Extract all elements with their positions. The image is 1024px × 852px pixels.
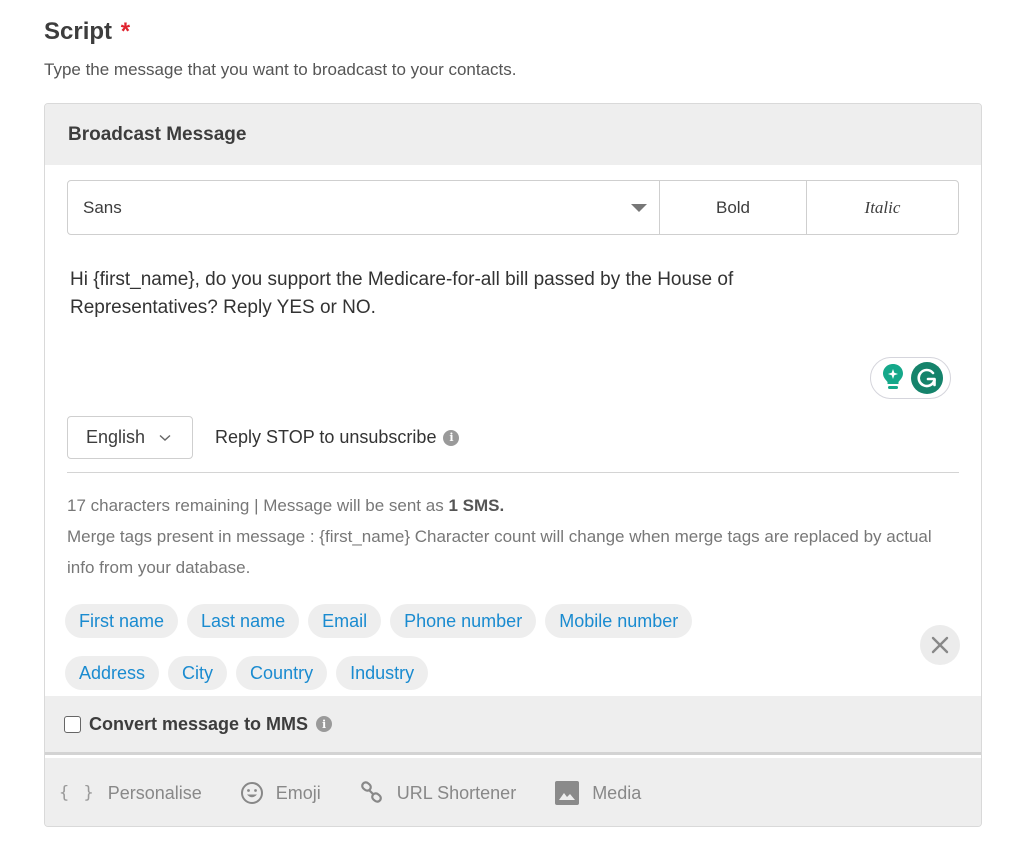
- script-description: Type the message that you want to broadc…: [44, 60, 517, 79]
- braces-icon: { }: [59, 783, 96, 803]
- media-button[interactable]: Media: [554, 780, 641, 806]
- merge-tag-chip[interactable]: Last name: [187, 604, 300, 638]
- required-marker: *: [120, 18, 131, 45]
- italic-button[interactable]: Italic: [807, 181, 958, 234]
- mms-bar: Convert message to MMS i: [45, 696, 981, 755]
- grammarly-widget[interactable]: [870, 357, 951, 399]
- font-select-value: Sans: [83, 197, 122, 217]
- formatting-toolbar: Sans Bold Italic: [67, 180, 959, 235]
- merge-tag-chip[interactable]: First name: [65, 604, 179, 638]
- url-shortener-button[interactable]: URL Shortener: [359, 780, 516, 806]
- emoji-label: Emoji: [275, 782, 321, 803]
- close-tags-button[interactable]: [920, 625, 960, 665]
- sms-count: 1 SMS.: [448, 496, 505, 515]
- merge-tag-chip[interactable]: Country: [236, 656, 328, 690]
- message-editor[interactable]: Hi {first_name}, do you support the Medi…: [70, 266, 870, 322]
- language-select-value: English: [86, 427, 146, 447]
- info-icon[interactable]: i: [316, 716, 333, 732]
- link-icon: [360, 781, 382, 803]
- script-title: Script *: [44, 18, 130, 46]
- info-icon[interactable]: i: [443, 429, 460, 446]
- optout-label: Reply STOP to unsubscribe: [215, 427, 437, 447]
- merge-tag-chip[interactable]: Email: [308, 604, 382, 638]
- remaining-text: 17 characters remaining | Message will b…: [67, 496, 449, 515]
- chevron-down-icon: [159, 434, 171, 441]
- emoji-button[interactable]: Emoji: [240, 781, 321, 805]
- close-icon: [931, 636, 949, 654]
- merge-tag-chip[interactable]: Phone number: [390, 604, 537, 638]
- personalise-button[interactable]: { } Personalise: [59, 783, 202, 804]
- personalise-label: Personalise: [107, 782, 202, 803]
- media-label: Media: [592, 782, 642, 803]
- optout-text: Reply STOP to unsubscribe i: [215, 427, 460, 448]
- merge-tag-chip[interactable]: Address: [65, 656, 160, 690]
- merge-tag-list: First name Last name Email Phone number Mobi…: [65, 604, 765, 690]
- image-icon: [555, 781, 580, 805]
- merge-tag-chip[interactable]: Mobile number: [545, 604, 693, 638]
- convert-mms-label[interactable]: Convert message to MMS: [89, 714, 308, 735]
- divider: [67, 472, 959, 473]
- font-select[interactable]: Sans: [68, 181, 660, 234]
- convert-mms-checkbox[interactable]: [64, 715, 81, 733]
- character-count-info: 17 characters remaining | Message will b…: [67, 490, 947, 583]
- bold-button[interactable]: Bold: [660, 181, 807, 234]
- broadcast-message-card: Broadcast Message Sans Bold Italic Hi {f…: [44, 103, 982, 827]
- smiley-icon: [240, 782, 263, 804]
- merge-tag-chip[interactable]: Industry: [336, 656, 429, 690]
- lightbulb-icon[interactable]: [879, 362, 907, 394]
- url-shortener-label: URL Shortener: [396, 782, 517, 803]
- card-header: Broadcast Message: [45, 104, 981, 165]
- remaining-line: 17 characters remaining | Message will b…: [67, 490, 947, 521]
- script-title-text: Script: [44, 18, 113, 45]
- merge-tag-chip[interactable]: City: [168, 656, 228, 690]
- composer-tools: { } Personalise Emoji URL Shortener Medi…: [45, 758, 981, 826]
- caret-down-icon: [631, 203, 647, 212]
- language-select[interactable]: English: [67, 416, 193, 459]
- grammarly-icon[interactable]: [910, 362, 943, 394]
- merge-tags-note: Merge tags present in message : {first_n…: [67, 527, 932, 577]
